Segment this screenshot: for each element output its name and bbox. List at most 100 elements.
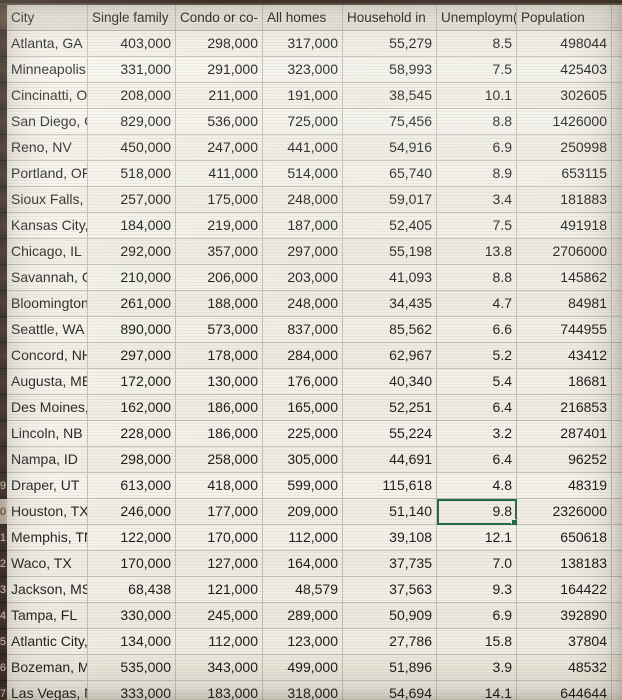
cell-overflow[interactable] — [612, 239, 622, 265]
column-header-overflow[interactable] — [612, 5, 622, 31]
cell-household-income[interactable]: 54,916 — [343, 135, 437, 161]
cell-population[interactable]: 650618 — [517, 525, 612, 551]
column-header-unemployment[interactable]: Unemploym( — [437, 5, 517, 31]
cell-unemployment[interactable]: 6.4 — [437, 395, 517, 421]
cell-population[interactable]: 181883 — [517, 187, 612, 213]
cell-condo[interactable]: 211,000 — [176, 83, 263, 109]
column-header-population[interactable]: Population — [517, 5, 612, 31]
cell-condo[interactable]: 418,000 — [176, 473, 263, 499]
cell-household-income[interactable]: 55,198 — [343, 239, 437, 265]
cell-all-homes[interactable]: 284,000 — [263, 343, 343, 369]
cell-unemployment[interactable]: 9.3 — [437, 577, 517, 603]
row-header-number[interactable] — [0, 239, 7, 265]
cell-single-family[interactable]: 518,000 — [88, 161, 176, 187]
cell-city[interactable]: Atlantic City, — [7, 629, 88, 655]
column-header-city[interactable]: City — [7, 5, 88, 31]
row-header-number[interactable] — [0, 213, 7, 239]
table-row[interactable]: Sioux Falls, S257,000175,000248,00059,01… — [7, 187, 622, 213]
cell-population[interactable]: 744955 — [517, 317, 612, 343]
cell-single-family[interactable]: 297,000 — [88, 343, 176, 369]
cell-population[interactable]: 392890 — [517, 603, 612, 629]
cell-condo[interactable]: 186,000 — [176, 421, 263, 447]
cell-all-homes[interactable]: 323,000 — [263, 57, 343, 83]
cell-household-income[interactable]: 52,251 — [343, 395, 437, 421]
table-row[interactable]: Tampa, FL 330,000 245,000 289,000 50,909 6.9 3… — [7, 603, 622, 629]
cell-all-homes[interactable]: 164,000 — [263, 551, 343, 577]
cell-condo[interactable]: 258,000 — [176, 447, 263, 473]
cell-population[interactable]: 287401 — [517, 421, 612, 447]
cell-condo[interactable]: 170,000 — [176, 525, 263, 551]
cell-overflow[interactable] — [612, 161, 622, 187]
cell-population[interactable]: 425403 — [517, 57, 612, 83]
cell-all-homes[interactable]: 48,579 — [263, 577, 343, 603]
cell-unemployment[interactable]: 8.5 — [437, 31, 517, 57]
cell-condo[interactable]: 536,000 — [176, 109, 263, 135]
cell-population[interactable]: 84981 — [517, 291, 612, 317]
cell-condo[interactable]: 573,000 — [176, 317, 263, 343]
cell-condo[interactable]: 178,000 — [176, 343, 263, 369]
table-row[interactable]: Kansas City, 184,000 219,000 187,000 52,405 7… — [7, 213, 622, 239]
cell-city[interactable]: Chicago, IL — [7, 239, 88, 265]
cell-household-income[interactable]: 41,093 — [343, 265, 437, 291]
cell-single-family[interactable]: 68,438 — [88, 577, 176, 603]
table-row[interactable]: Lincoln, NB 228,000 186,000 225,000 55,224 3.… — [7, 421, 622, 447]
cell-condo[interactable]: 175,000 — [176, 187, 263, 213]
table-row[interactable]: Seattle, WA 890,000 573,000 837,000 85,562 6.… — [7, 317, 622, 343]
cell-condo[interactable]: 411,000 — [176, 161, 263, 187]
cell-population[interactable]: 37804 — [517, 629, 612, 655]
cell-all-homes[interactable]: 191,000 — [263, 83, 343, 109]
cell-single-family[interactable]: 208,000 — [88, 83, 176, 109]
cell-all-homes[interactable]: 209,000 — [263, 499, 343, 525]
cell-city[interactable]: Augusta, ME — [7, 369, 88, 395]
row-header-number[interactable]: 1 — [0, 525, 7, 551]
row-header-number[interactable] — [0, 187, 7, 213]
cell-population[interactable]: 302605 — [517, 83, 612, 109]
cell-population[interactable]: 644644 — [517, 681, 612, 700]
table-row[interactable]: Portland, OR 518,000 411,000 514,000 65,740 8… — [7, 161, 622, 187]
cell-city[interactable]: Lincoln, NB — [7, 421, 88, 447]
cell-unemployment[interactable]: 3.4 — [437, 187, 517, 213]
cell-unemployment[interactable]: 5.2 — [437, 343, 517, 369]
cell-unemployment[interactable]: 8.8 — [437, 109, 517, 135]
cell-unemployment[interactable]: 7.5 — [437, 57, 517, 83]
table-row[interactable]: Houston, TX 246,000 177,000 209,000 51,140 9.… — [7, 499, 622, 525]
table-row[interactable]: Cincinatti, Ol 208,000 211,000 191,000 38,54… — [7, 83, 622, 109]
table-row[interactable]: Savannah, G.210,000206,000203,00041,0938… — [7, 265, 622, 291]
cell-city[interactable]: Sioux Falls, S — [7, 187, 88, 213]
cell-city[interactable]: Kansas City, — [7, 213, 88, 239]
cell-single-family[interactable]: 134,000 — [88, 629, 176, 655]
cell-condo[interactable]: 186,000 — [176, 395, 263, 421]
cell-household-income[interactable]: 51,896 — [343, 655, 437, 681]
row-header-number[interactable] — [0, 161, 7, 187]
cell-population[interactable]: 96252 — [517, 447, 612, 473]
cell-overflow[interactable] — [612, 551, 622, 577]
cell-overflow[interactable] — [612, 655, 622, 681]
cell-city[interactable]: Jackson, MS — [7, 577, 88, 603]
row-header-number[interactable] — [0, 369, 7, 395]
cell-all-homes[interactable]: 248,000 — [263, 291, 343, 317]
cell-city[interactable]: Memphis, TN — [7, 525, 88, 551]
cell-unemployment[interactable]: 6.4 — [437, 447, 517, 473]
cell-all-homes[interactable]: 837,000 — [263, 317, 343, 343]
cell-household-income[interactable]: 62,967 — [343, 343, 437, 369]
cell-household-income[interactable]: 54,694 — [343, 681, 437, 700]
cell-city[interactable]: Cincinatti, Ol — [7, 83, 88, 109]
cell-city[interactable]: Bloomington — [7, 291, 88, 317]
row-header-number[interactable] — [0, 109, 7, 135]
table-row[interactable]: Draper, UT 613,000 418,000 599,000 115,618 4.… — [7, 473, 622, 499]
cell-overflow[interactable] — [612, 369, 622, 395]
cell-household-income[interactable]: 58,993 — [343, 57, 437, 83]
cell-household-income[interactable]: 115,618 — [343, 473, 437, 499]
cell-overflow[interactable] — [612, 109, 622, 135]
cell-unemployment[interactable]: 6.6 — [437, 317, 517, 343]
cell-condo[interactable]: 206,000 — [176, 265, 263, 291]
row-header-number[interactable]: 6 — [0, 655, 7, 681]
row-header-gutter[interactable]: 901234567890123 — [0, 5, 7, 700]
table-row[interactable]: Reno, NV 450,000 247,000 441,000 54,916 6.9 25… — [7, 135, 622, 161]
cell-condo[interactable]: 130,000 — [176, 369, 263, 395]
cell-household-income[interactable]: 27,786 — [343, 629, 437, 655]
row-header-number[interactable]: 2 — [0, 551, 7, 577]
cell-overflow[interactable] — [612, 499, 622, 525]
cell-population[interactable]: 48319 — [517, 473, 612, 499]
cell-city[interactable]: Houston, TX — [7, 499, 88, 525]
